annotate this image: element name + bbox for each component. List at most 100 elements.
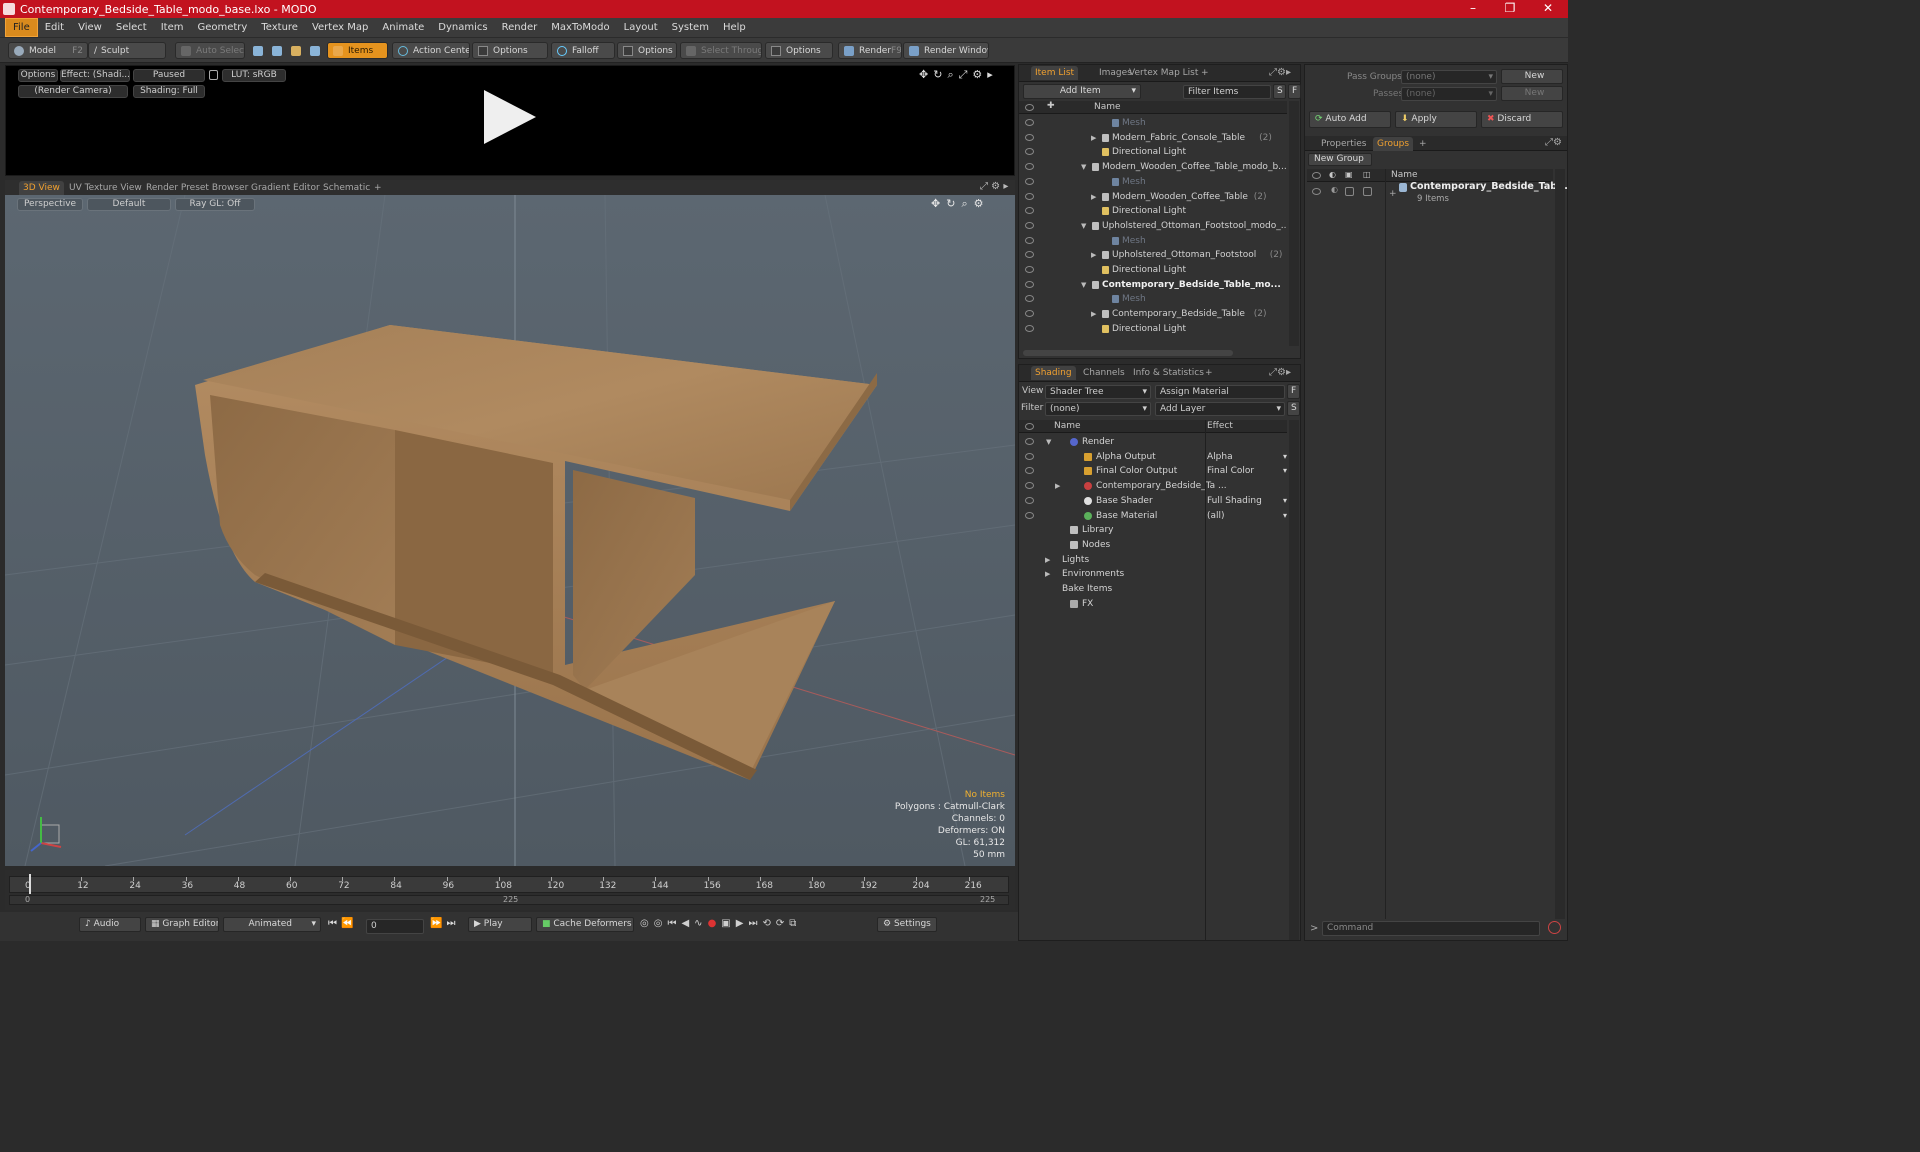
minimize-button[interactable]: – <box>1455 0 1491 18</box>
gear-icon[interactable]: ⚙ <box>974 197 990 210</box>
animated-dropdown[interactable]: Animated ▾ <box>223 917 321 932</box>
perspective-dropdown[interactable]: Perspective <box>17 198 83 211</box>
eye-icon[interactable] <box>1025 221 1034 229</box>
lock-toggle[interactable] <box>1345 187 1354 196</box>
play-button[interactable]: ▶ Play <box>468 917 532 932</box>
chevron-right-icon[interactable]: ▸ <box>987 68 998 81</box>
auto-add-button[interactable]: ⟳ Auto Add <box>1309 111 1391 128</box>
paused-toggle[interactable]: Paused <box>133 69 205 82</box>
item-row[interactable]: ▼ Modern_Wooden_Coffee_Table_modo_b... <box>1019 160 1287 174</box>
material-mode-icon[interactable] <box>310 45 320 56</box>
shader-row[interactable]: Bake Items <box>1019 582 1287 596</box>
f-toggle[interactable]: F <box>1287 384 1300 399</box>
first-frame-icon[interactable]: ⏮ <box>328 918 341 929</box>
chevron-right-icon[interactable]: ▶ <box>1091 190 1096 204</box>
record-icon[interactable]: ● <box>708 918 722 929</box>
horizontal-scrollbar[interactable] <box>1023 350 1233 356</box>
effect-dropdown[interactable]: (all) ▾ <box>1205 509 1287 523</box>
item-row[interactable]: ▶ Modern_Fabric_Console_Table (2) <box>1019 131 1287 145</box>
item-row[interactable]: ▼ Contemporary_Bedside_Table_mo... <box>1019 278 1287 292</box>
filter-items-input[interactable]: Filter Items <box>1183 85 1271 99</box>
tab-channels[interactable]: Channels <box>1079 366 1129 380</box>
prev-icon[interactable]: ◀ <box>681 918 694 929</box>
discard-button[interactable]: ✖ Discard <box>1481 111 1563 128</box>
eye-icon[interactable] <box>1025 236 1034 244</box>
eye-icon[interactable] <box>1025 438 1034 445</box>
sync-icon[interactable]: ⟳ <box>776 918 789 929</box>
expand-icon[interactable]: + <box>1389 189 1397 199</box>
prev-key-icon[interactable]: ⏪ <box>341 918 357 929</box>
eye-icon[interactable] <box>1025 452 1034 460</box>
eye-icon[interactable] <box>1025 496 1034 504</box>
style-dropdown[interactable]: Default <box>87 198 171 211</box>
rotate-icon[interactable]: ↻ <box>946 197 961 210</box>
shader-row[interactable]: Nodes <box>1019 538 1287 552</box>
menu-geometry[interactable]: Geometry <box>190 19 254 36</box>
pan-icon[interactable]: ✥ <box>931 197 946 210</box>
wave-icon[interactable]: ∿ <box>694 918 707 929</box>
timeline[interactable]: 0 12 24 36 48 60 72 84 96 108 120 132 144 156 168 180 19… <box>5 870 1015 910</box>
raygl-dropdown[interactable]: Ray GL: Off <box>175 198 255 211</box>
sculpt-mode-button[interactable]: / Sculpt <box>88 42 166 59</box>
eye-icon[interactable] <box>1025 266 1034 273</box>
item-row[interactable]: Mesh <box>1019 234 1287 248</box>
3d-viewport[interactable]: Perspective Default Ray GL: Off ✥↻⌕⚙ No … <box>5 195 1015 866</box>
item-row[interactable]: Directional Light <box>1019 322 1287 336</box>
add-tab-button[interactable]: + <box>1197 66 1213 80</box>
eye-icon[interactable] <box>1025 467 1034 475</box>
tab-uv-texture-view[interactable]: UV Texture View <box>65 181 146 195</box>
chevron-right-icon[interactable]: ▶ <box>1045 553 1050 567</box>
cache-deformers-button[interactable]: ■ Cache Deformers <box>536 917 634 932</box>
effect-dropdown[interactable]: Effect: (Shadi... <box>60 69 130 82</box>
chevron-right-icon[interactable]: ▶ <box>1091 131 1096 145</box>
gear-icon[interactable]: ⚙ <box>972 68 987 81</box>
menu-dynamics[interactable]: Dynamics <box>431 19 494 36</box>
item-row[interactable]: ▶ Upholstered_Ottoman_Footstool (2) <box>1019 248 1287 262</box>
vertex-mode-icon[interactable] <box>253 45 263 56</box>
eye-icon[interactable] <box>1025 163 1034 171</box>
select-through-options-button[interactable]: Options <box>765 42 833 59</box>
eye-icon[interactable] <box>1312 188 1321 195</box>
shader-row[interactable]: Base Shader Full Shading ▾ <box>1019 494 1287 508</box>
chevron-right-icon[interactable]: ▶ <box>1055 479 1060 493</box>
menu-help[interactable]: Help <box>716 19 753 36</box>
item-row[interactable]: Mesh <box>1019 292 1287 306</box>
groups-scrollbar[interactable] <box>1555 169 1565 919</box>
lut-dropdown[interactable]: LUT: sRGB <box>222 69 286 82</box>
shader-row[interactable]: ▶ Lights <box>1019 553 1287 567</box>
item-row[interactable]: Directional Light <box>1019 263 1287 277</box>
shader-tree-scrollbar[interactable] <box>1289 420 1299 940</box>
effect-dropdown[interactable]: Full Shading ▾ <box>1205 494 1287 508</box>
rotate-icon[interactable]: ↻ <box>933 68 947 81</box>
tab-3d-view[interactable]: 3D View <box>19 181 64 195</box>
panel-controls-icon[interactable]: ⤢⚙ <box>1545 137 1562 148</box>
menu-animate[interactable]: Animate <box>375 19 431 36</box>
playhead[interactable] <box>29 874 31 894</box>
last-frame-icon[interactable]: ⏭ <box>446 918 459 929</box>
menu-texture[interactable]: Texture <box>254 19 305 36</box>
menu-layout[interactable]: Layout <box>617 19 665 36</box>
shader-row[interactable]: ▶ Contemporary_Bedside_Ta ... <box>1019 479 1287 493</box>
action-center-options-button[interactable]: Options <box>472 42 548 59</box>
chevron-down-icon[interactable]: ▼ <box>1046 435 1051 449</box>
eye-icon[interactable] <box>1025 207 1034 215</box>
pass-groups-dropdown[interactable]: (none) ▾ <box>1401 70 1497 84</box>
menu-view[interactable]: View <box>71 19 109 36</box>
tab-groups[interactable]: Groups <box>1373 137 1414 151</box>
item-row[interactable]: Directional Light <box>1019 145 1287 159</box>
loop-icon[interactable]: ⟲ <box>762 918 775 929</box>
command-history-icon[interactable] <box>1548 921 1561 934</box>
eye-icon[interactable] <box>1025 280 1034 288</box>
next-icon[interactable]: ▶ <box>736 918 749 929</box>
new-pass-group-button[interactable]: New <box>1501 69 1563 84</box>
chevron-right-icon[interactable]: ▶ <box>1091 307 1096 321</box>
eye-icon[interactable] <box>1025 133 1034 141</box>
s-toggle[interactable]: S <box>1273 84 1286 99</box>
add-tab-button[interactable]: + <box>370 181 386 195</box>
frame-input[interactable]: 0 <box>366 919 424 934</box>
tab-vertex-map-list[interactable]: Vertex Map List <box>1125 66 1202 80</box>
group-row[interactable]: ◐ + Contemporary_Bedside_Tab... 9 Items <box>1307 181 1568 211</box>
chevron-right-icon[interactable]: ▶ <box>1091 248 1096 262</box>
eye-icon[interactable] <box>1025 148 1034 156</box>
maximize-icon[interactable]: ⤢ <box>959 68 973 81</box>
